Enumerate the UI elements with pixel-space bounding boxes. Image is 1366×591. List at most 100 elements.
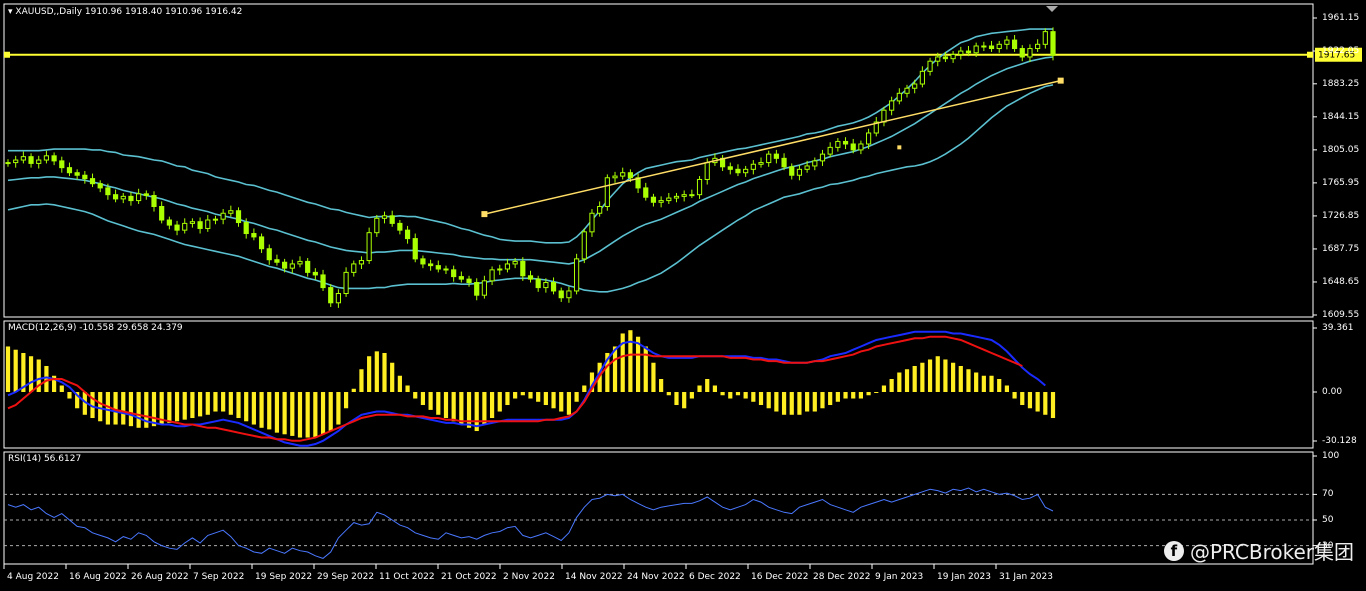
time-axis-label: 24 Nov 2022 — [627, 572, 685, 582]
candle-body — [282, 261, 288, 269]
macd-histogram-bar — [735, 392, 741, 396]
macd-histogram-bar — [682, 392, 687, 409]
bollinger-middle-band — [7, 56, 1054, 265]
rsi-axis-label: 50 — [1322, 515, 1334, 525]
macd-histogram-bar — [951, 362, 956, 393]
price-axis-label: 1961.15 — [1322, 13, 1360, 23]
candle-body — [735, 168, 741, 174]
time-axis-label: 11 Oct 2022 — [379, 572, 435, 582]
macd-histogram-bar — [820, 392, 825, 409]
candle-body — [804, 165, 810, 170]
macd-histogram-bar — [221, 392, 226, 412]
candle-body — [796, 168, 803, 176]
macd-histogram-bar — [1050, 392, 1056, 419]
macd-histogram-bar — [497, 392, 502, 412]
candle-body — [589, 212, 595, 233]
macd-histogram-bar — [228, 392, 233, 415]
candle-body — [581, 231, 587, 260]
macd-histogram-bar — [559, 392, 564, 412]
candle-body — [20, 156, 26, 161]
rsi-panel-header: RSI(14) 56.6127 — [8, 454, 82, 464]
macd-histogram-bar — [382, 352, 387, 393]
candle-body — [143, 193, 149, 197]
candle-body — [996, 43, 1002, 50]
candle-body — [904, 87, 910, 94]
candle-body — [812, 160, 818, 167]
macd-histogram-bar — [551, 392, 556, 409]
candle-body — [842, 140, 849, 145]
candle-body — [328, 287, 334, 304]
macd-histogram-bar — [797, 392, 802, 415]
macd-histogram-bar — [459, 392, 464, 425]
macd-histogram-bar — [666, 392, 671, 396]
candle-body — [819, 153, 826, 162]
macd-histogram-bar — [920, 362, 925, 393]
price-header-text: XAUUSD,,Daily 1910.96 1918.40 1910.96 19… — [15, 7, 243, 17]
candle-body — [435, 265, 441, 270]
macd-histogram-bar — [904, 369, 910, 393]
macd-histogram-bar — [13, 349, 18, 393]
candle-body — [988, 45, 995, 50]
trendline — [484, 79, 1061, 215]
candle-body — [919, 70, 925, 85]
macd-histogram-bar — [728, 392, 733, 399]
candle-body — [497, 268, 503, 271]
candle-body — [251, 233, 257, 238]
candle-body — [381, 215, 388, 219]
macd-histogram-bar — [1035, 392, 1040, 412]
candle-body — [550, 282, 557, 292]
candle-body — [766, 153, 772, 164]
macd-axis-label: 0.00 — [1322, 387, 1343, 397]
candle-body — [620, 172, 626, 177]
candle-body — [312, 271, 318, 276]
macd-histogram-bar — [489, 392, 495, 419]
macd-histogram-bar — [259, 392, 264, 428]
candle-body — [397, 222, 403, 231]
price-axis-label: 1844.15 — [1322, 111, 1360, 122]
candle-body — [105, 187, 111, 196]
candle-body — [51, 155, 57, 162]
macd-histogram-bar — [5, 346, 11, 393]
candle-body — [927, 60, 933, 72]
macd-histogram-bar — [174, 392, 180, 422]
macd-histogram-bar — [781, 392, 787, 415]
macd-histogram-bar — [213, 392, 218, 412]
panel-frame-0 — [3, 3, 1314, 318]
macd-histogram-bar — [274, 392, 280, 433]
candle-body — [835, 140, 841, 148]
candle-body — [443, 268, 449, 271]
candle-body — [112, 194, 119, 200]
macd-histogram-bar — [689, 392, 694, 399]
macd-histogram-bar — [989, 375, 994, 393]
macd-histogram-bar — [712, 385, 718, 393]
macd-histogram-bar — [966, 369, 971, 393]
candle-body — [973, 45, 979, 54]
candle-body — [574, 258, 580, 292]
level-line-handle-right — [1307, 51, 1313, 58]
macd-histogram-bar — [236, 392, 241, 419]
macd-histogram-bar — [128, 392, 134, 427]
candle-body — [558, 290, 564, 299]
candle-body — [965, 50, 972, 54]
candle-body — [212, 218, 219, 221]
macd-histogram-bar — [320, 392, 326, 435]
candle-body — [512, 260, 518, 265]
candle-body — [781, 157, 787, 168]
macd-histogram-bar — [466, 392, 472, 428]
time-axis-label: 16 Dec 2022 — [751, 572, 809, 582]
macd-histogram-bar — [889, 378, 894, 393]
time-axis-label: 2 Nov 2022 — [503, 572, 555, 582]
macd-histogram-bar — [413, 392, 418, 399]
price-axis-label: 1883.25 — [1322, 78, 1360, 89]
macd-histogram-bar — [482, 392, 487, 425]
macd-histogram-bar — [866, 392, 871, 396]
candle-body — [174, 224, 180, 231]
macd-histogram-bar — [651, 362, 656, 393]
candle-body — [889, 100, 895, 111]
collapse-triangle-icon[interactable]: ▾ — [8, 7, 13, 17]
macd-histogram-bar — [997, 378, 1002, 393]
candle-body — [412, 238, 418, 260]
macd-histogram-bar — [121, 392, 126, 425]
candle-body — [743, 168, 749, 174]
macd-histogram-bar — [858, 392, 864, 399]
